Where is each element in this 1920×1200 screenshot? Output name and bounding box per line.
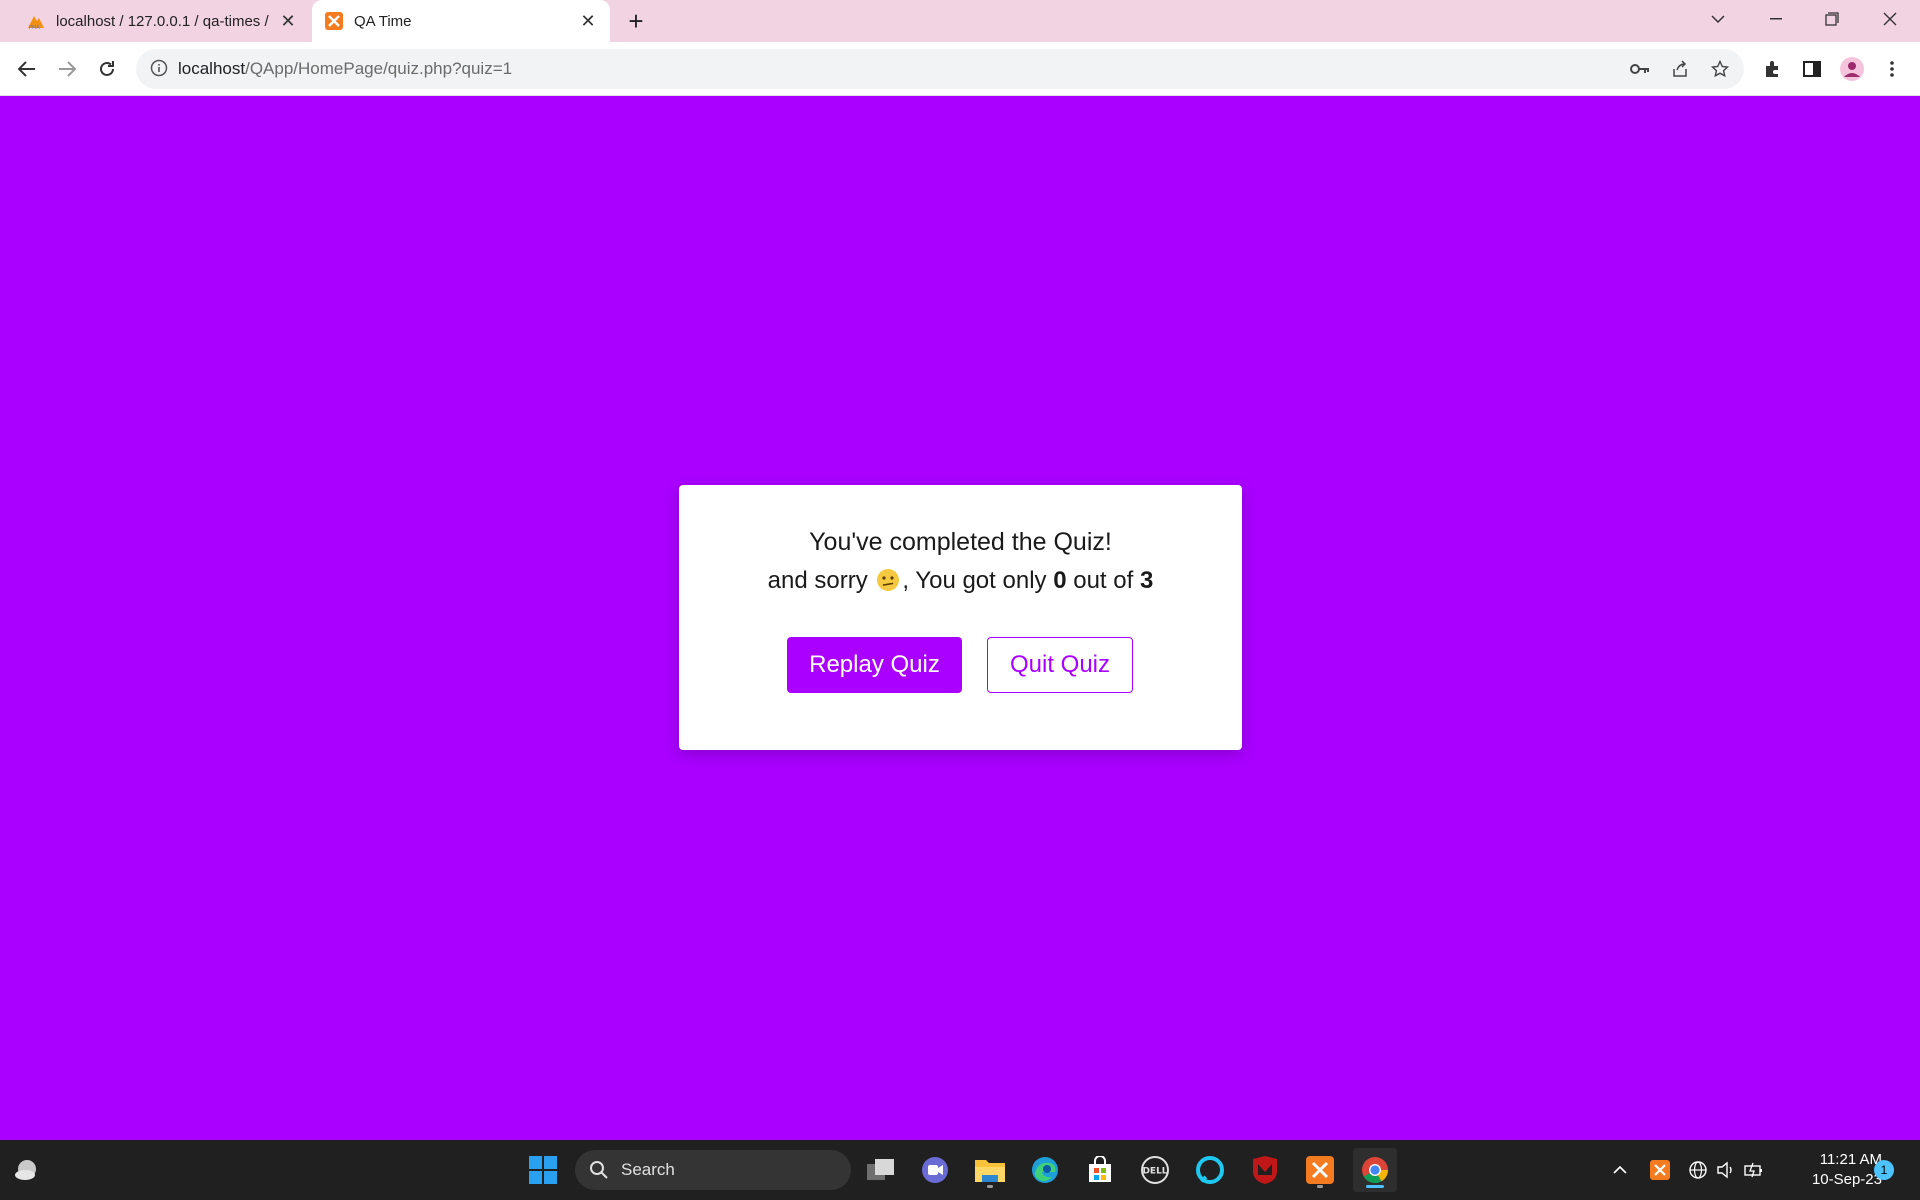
tab-title: QA Time <box>354 12 412 30</box>
page-content: You've completed the Quiz! and sorry , Y… <box>0 96 1920 1140</box>
tab-phpmyadmin[interactable]: PMA localhost / 127.0.0.1 / qa-times / ✕ <box>10 0 310 42</box>
volume-icon[interactable] <box>1714 1158 1738 1182</box>
close-window-button[interactable] <box>1862 0 1918 38</box>
forward-button[interactable] <box>51 53 83 85</box>
url-path: /QApp/HomePage/quiz.php?quiz=1 <box>245 59 513 78</box>
quiz-result-card: You've completed the Quiz! and sorry , Y… <box>679 485 1242 750</box>
menu-kebab-icon[interactable] <box>1876 53 1908 85</box>
result-heading: You've completed the Quiz! <box>809 528 1112 556</box>
start-button[interactable] <box>521 1148 565 1192</box>
search-label: Search <box>621 1160 675 1179</box>
back-button[interactable] <box>11 53 43 85</box>
url-text: localhost/QApp/HomePage/quiz.php?quiz=1 <box>178 59 512 79</box>
clock-time: 11:21 AM <box>1819 1151 1882 1168</box>
task-view-icon[interactable] <box>859 1148 903 1192</box>
phpmyadmin-icon: PMA <box>26 11 46 31</box>
out-of-label: out of <box>1073 567 1134 594</box>
svg-text:DELL: DELL <box>1142 1167 1167 1177</box>
active-indicator <box>1366 1185 1384 1188</box>
close-icon[interactable]: ✕ <box>574 7 602 35</box>
score-value: 0 <box>1053 567 1067 594</box>
tab-title: localhost / 127.0.0.1 / qa-times / <box>56 12 269 30</box>
close-icon[interactable]: ✕ <box>274 7 302 35</box>
extensions-icon[interactable] <box>1756 53 1788 85</box>
mcafee-icon[interactable] <box>1243 1148 1287 1192</box>
edge-browser-icon[interactable] <box>1023 1148 1067 1192</box>
restore-button[interactable] <box>1804 0 1860 38</box>
clock-date: 10-Sep-23 <box>1811 1171 1882 1188</box>
taskbar: Search DELL 11:21 AM 10-Sep-23 1 <box>0 1140 1920 1200</box>
site-info-icon[interactable] <box>150 59 170 79</box>
reload-button[interactable] <box>91 53 123 85</box>
browser-toolbar: localhost/QApp/HomePage/quiz.php?quiz=1 <box>0 42 1920 96</box>
tab-qa-time[interactable]: QA Time ✕ <box>312 0 610 42</box>
replay-quiz-button[interactable]: Replay Quiz <box>787 637 962 693</box>
result-prefix: and sorry <box>767 567 868 594</box>
tab-search-icon[interactable] <box>1690 0 1746 38</box>
taskbar-search[interactable]: Search <box>575 1150 851 1190</box>
xampp-icon <box>324 11 344 31</box>
system-clock[interactable]: 11:21 AM 10-Sep-23 <box>1782 1150 1882 1190</box>
minimize-button[interactable] <box>1748 0 1804 38</box>
confused-face-icon <box>876 568 900 592</box>
battery-charging-icon[interactable] <box>1742 1158 1766 1182</box>
search-icon <box>589 1160 609 1185</box>
teams-chat-icon[interactable] <box>913 1148 957 1192</box>
running-indicator <box>987 1185 993 1188</box>
url-host: localhost <box>178 59 246 78</box>
microsoft-store-icon[interactable] <box>1078 1148 1122 1192</box>
xampp-tray-icon[interactable] <box>1648 1158 1672 1182</box>
address-bar[interactable]: localhost/QApp/HomePage/quiz.php?quiz=1 <box>136 49 1744 89</box>
total-value: 3 <box>1139 567 1154 594</box>
bookmark-star-icon[interactable] <box>1708 57 1732 81</box>
dell-icon[interactable]: DELL <box>1133 1148 1177 1192</box>
xampp-taskbar-icon[interactable] <box>1298 1148 1342 1192</box>
running-indicator <box>1317 1185 1323 1188</box>
side-panel-icon[interactable] <box>1796 53 1828 85</box>
share-icon[interactable] <box>1668 57 1692 81</box>
chrome-icon[interactable] <box>1353 1148 1397 1192</box>
result-middle: , You got only <box>902 567 1047 594</box>
svg-text:PMA: PMA <box>29 25 40 30</box>
quit-quiz-button[interactable]: Quit Quiz <box>987 637 1133 693</box>
network-globe-icon[interactable] <box>1686 1158 1710 1182</box>
profile-avatar[interactable] <box>1836 53 1868 85</box>
new-tab-button[interactable]: + <box>620 6 652 36</box>
weather-widget-icon[interactable] <box>6 1148 50 1192</box>
key-icon[interactable] <box>1628 57 1652 81</box>
file-explorer-icon[interactable] <box>968 1148 1012 1192</box>
browser-tab-strip: PMA localhost / 127.0.0.1 / qa-times / ✕… <box>0 0 1920 42</box>
notification-badge[interactable]: 1 <box>1874 1160 1894 1180</box>
alexa-icon[interactable] <box>1188 1148 1232 1192</box>
chevron-up-icon[interactable] <box>1608 1158 1632 1182</box>
result-score-line: and sorry , You got only 0 out of 3 <box>679 567 1242 595</box>
